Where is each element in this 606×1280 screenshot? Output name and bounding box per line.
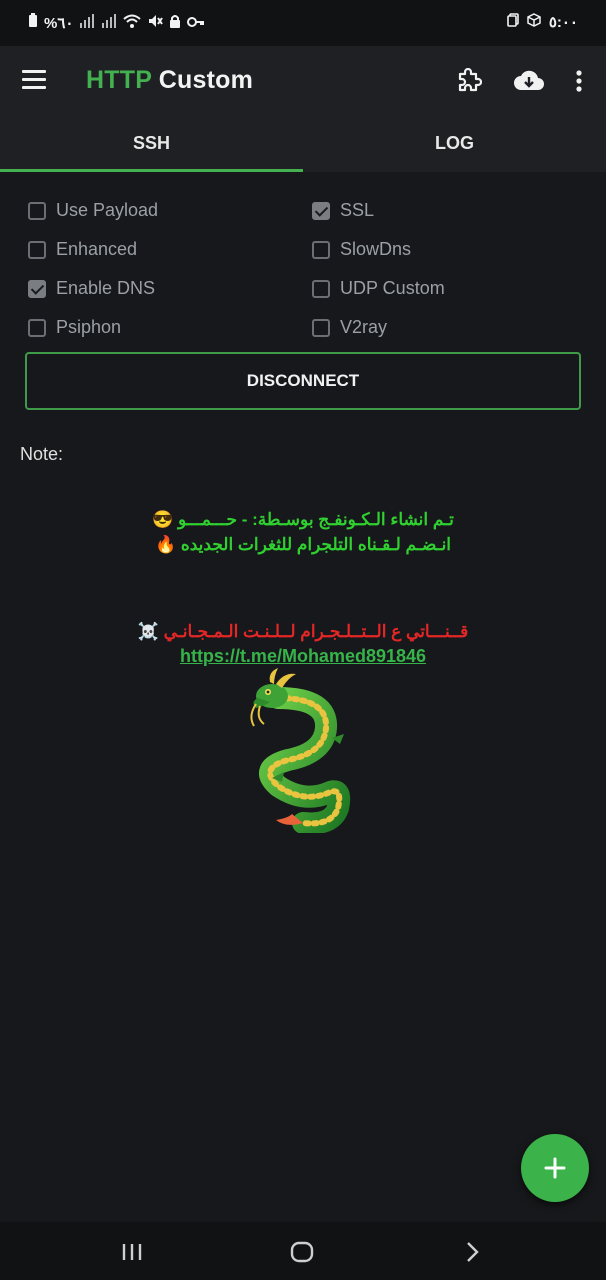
lock-icon (169, 14, 181, 32)
tab-ssh[interactable]: SSH (0, 116, 303, 172)
note-line-channel: قــنـــاتي ع الــتــلـجـرام لــلـنـت الـ… (137, 622, 469, 641)
copy-icon (507, 13, 519, 31)
option-label: SlowDns (340, 239, 412, 259)
add-fab-button[interactable] (521, 1134, 589, 1202)
option-v2ray[interactable]: V2ray (312, 317, 387, 338)
tab-bar: SSH LOG (0, 116, 606, 172)
option-psiphon[interactable]: Psiphon (28, 317, 121, 338)
option-enhanced[interactable]: Enhanced (28, 239, 137, 260)
app-bar: HTTP Custom (0, 46, 606, 116)
cloud-download-icon[interactable] (512, 66, 546, 96)
tab-log[interactable]: LOG (303, 116, 606, 172)
plus-icon (544, 1157, 566, 1179)
checkbox-v2ray[interactable] (312, 318, 330, 337)
option-label: UDP Custom (340, 278, 445, 298)
checkbox-enable-dns[interactable] (28, 279, 46, 298)
checkbox-enhanced[interactable] (28, 240, 46, 259)
note-line-creator: تـم انشاء الـكـونفـج بوسـطة: - حـــمـــو… (152, 510, 454, 529)
menu-icon[interactable] (22, 70, 46, 90)
mute-icon (147, 14, 164, 32)
home-icon[interactable] (286, 1238, 318, 1266)
checkbox-slowdns[interactable] (312, 240, 330, 259)
dragon-image (248, 668, 358, 835)
telegram-link-row: https://t.me/Mohamed891846 (0, 646, 606, 667)
app-title-http: HTTP (86, 66, 152, 94)
option-label: V2ray (340, 317, 388, 337)
option-use-payload[interactable]: Use Payload (28, 200, 158, 221)
status-bar: %٦٠ ٥:٠٠ (0, 0, 606, 46)
option-label: SSL (340, 200, 375, 220)
option-label: Enable DNS (56, 278, 156, 298)
recent-apps-icon[interactable] (116, 1238, 148, 1266)
wifi-icon (123, 14, 142, 32)
battery-percent: %٦٠ (44, 14, 74, 32)
option-enable-dns[interactable]: Enable DNS (28, 278, 155, 299)
telegram-link[interactable]: https://t.me/Mohamed891846 (180, 646, 426, 666)
checkbox-use-payload[interactable] (28, 201, 46, 220)
note-line-join: انـضـم لـقـناه التلجرام للثغرات الجديده … (154, 535, 452, 554)
option-label: Enhanced (56, 239, 138, 259)
checkbox-ssl[interactable] (312, 201, 330, 220)
battery-icon (28, 13, 38, 32)
back-icon[interactable] (456, 1238, 488, 1266)
checkbox-psiphon[interactable] (28, 318, 46, 337)
status-right: ٥:٠٠ (507, 13, 578, 31)
system-nav-bar (0, 1222, 606, 1280)
app-title: HTTP Custom (86, 66, 253, 95)
app-title-custom: Custom (151, 66, 254, 94)
puzzle-icon[interactable] (454, 66, 484, 96)
option-slowdns[interactable]: SlowDns (312, 239, 411, 260)
option-label: Use Payload (56, 200, 159, 220)
cube-icon (527, 13, 541, 31)
disconnect-button[interactable]: DISCONNECT (25, 352, 581, 410)
checkbox-udp-custom[interactable] (312, 279, 330, 298)
option-ssl[interactable]: SSL (312, 200, 374, 221)
status-time: ٥:٠٠ (548, 14, 578, 31)
signal-icon-2 (101, 13, 117, 32)
option-label: Psiphon (56, 317, 122, 337)
note-label: Note: (20, 444, 64, 464)
status-left: %٦٠ (28, 13, 205, 32)
signal-icon (79, 13, 95, 32)
more-vert-icon[interactable] (564, 66, 594, 96)
key-icon (187, 14, 205, 32)
option-udp-custom[interactable]: UDP Custom (312, 278, 445, 299)
